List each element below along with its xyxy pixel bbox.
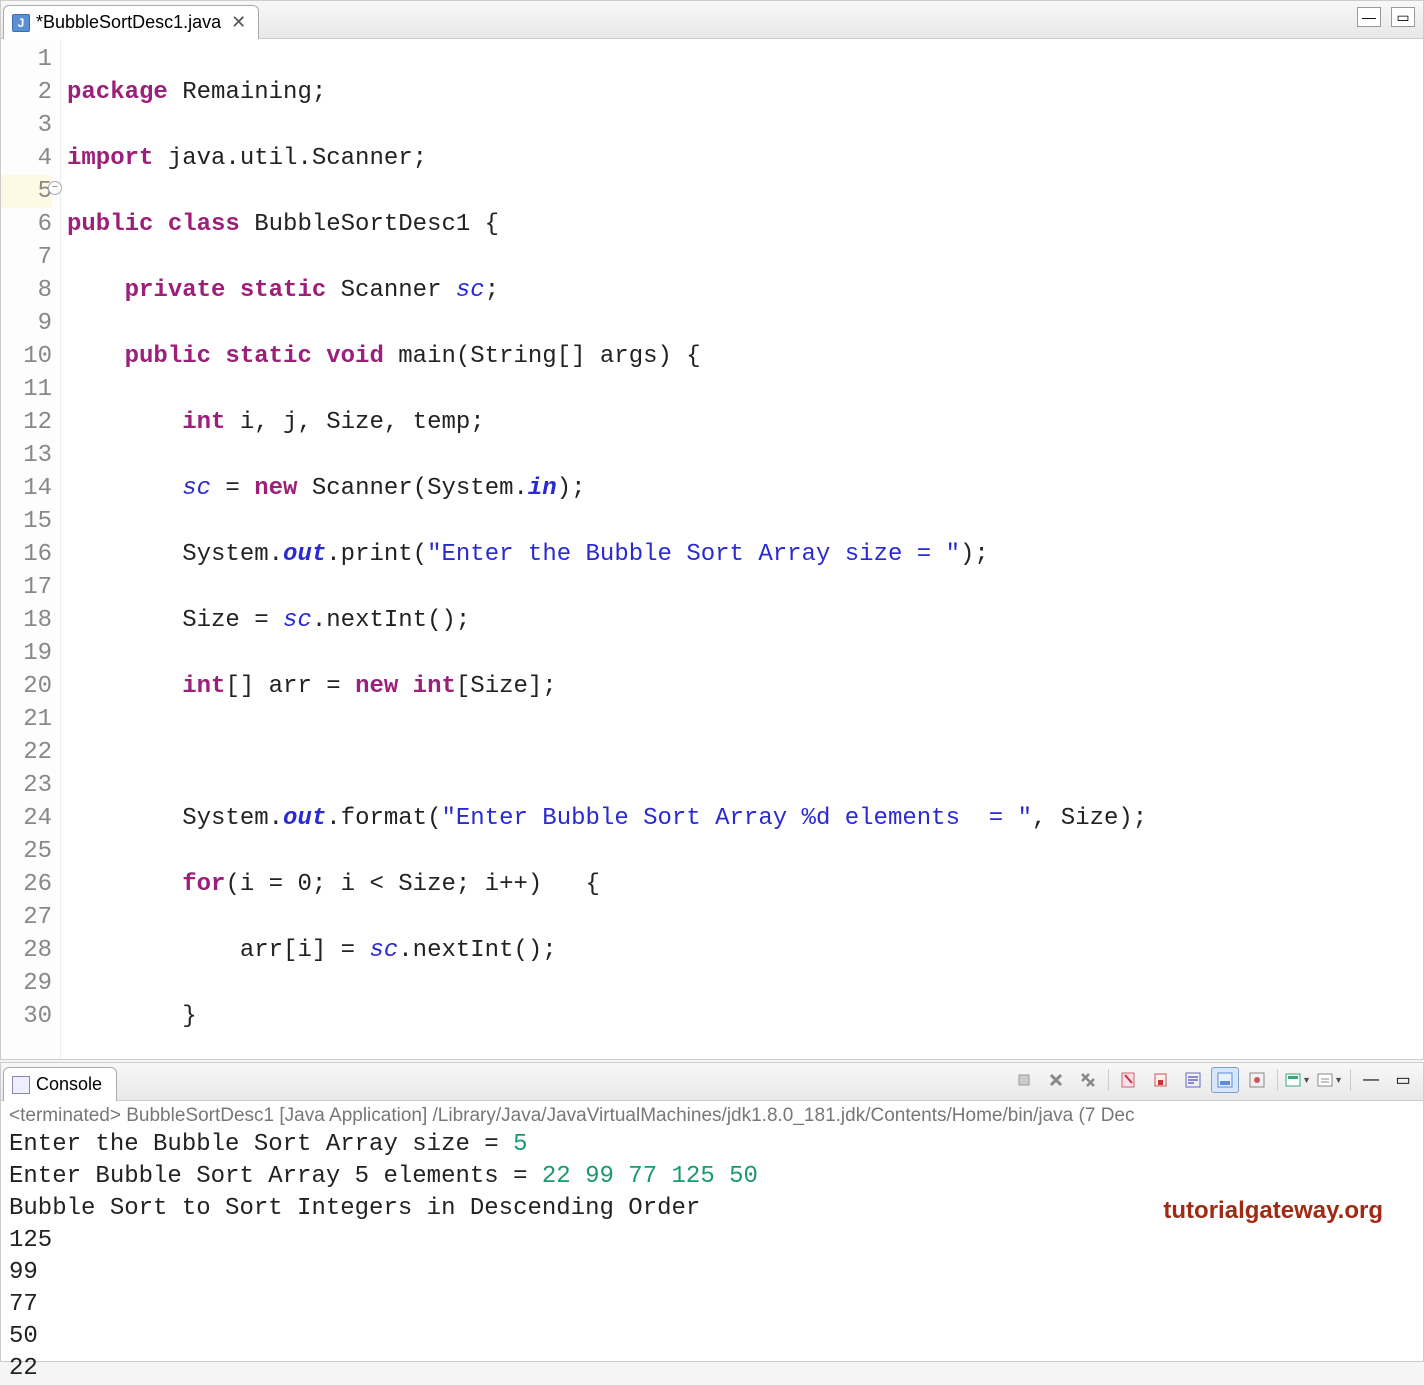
window-controls: ― ▭ — [1357, 7, 1415, 27]
console-pane: Console ▼ ▼ ― ▭ <terminated> BubbleSortD… — [0, 1062, 1424, 1362]
line-number: 9 — [1, 307, 52, 340]
line-number: 30 — [1, 1000, 52, 1033]
line-number: 20 — [1, 670, 52, 703]
line-number: 10 — [1, 340, 52, 373]
console-line: 99 — [9, 1257, 1415, 1289]
line-number: 21 — [1, 703, 52, 736]
line-number: 26 — [1, 868, 52, 901]
editor-pane: J *BubbleSortDesc1.java ✕ ― ▭ 1 2 3 4 5−… — [0, 0, 1424, 1060]
console-input: 22 99 77 125 50 — [542, 1163, 758, 1190]
line-number: 25 — [1, 835, 52, 868]
console-tab-bar: Console ▼ ▼ ― ▭ — [1, 1063, 1423, 1101]
console-process-header: <terminated> BubbleSortDesc1 [Java Appli… — [1, 1101, 1423, 1129]
line-number: 1 — [1, 43, 52, 76]
remove-launch-icon[interactable] — [1042, 1067, 1070, 1093]
java-file-icon: J — [12, 14, 30, 32]
console-line: 22 — [9, 1353, 1415, 1385]
pin-console-icon[interactable] — [1243, 1067, 1271, 1093]
line-number: 7 — [1, 241, 52, 274]
console-toolbar: ▼ ▼ ― ▭ — [1010, 1067, 1417, 1093]
line-number: 17 — [1, 571, 52, 604]
line-number: 8 — [1, 274, 52, 307]
watermark-text: tutorialgateway.org — [1163, 1195, 1383, 1227]
console-tab[interactable]: Console — [3, 1067, 117, 1101]
line-number: 11 — [1, 373, 52, 406]
line-number: 6 — [1, 208, 52, 241]
editor-tab[interactable]: J *BubbleSortDesc1.java ✕ — [3, 5, 259, 39]
open-console-icon[interactable]: ▼ — [1316, 1067, 1344, 1093]
console-line: Enter Bubble Sort Array 5 elements = — [9, 1163, 542, 1190]
line-number: 18 — [1, 604, 52, 637]
line-number-gutter: 1 2 3 4 5− 6 7 8 9 10 11 12 13 14 15 16 … — [1, 39, 61, 1059]
clear-console-icon[interactable] — [1115, 1067, 1143, 1093]
line-number: 16 — [1, 538, 52, 571]
console-line: 77 — [9, 1289, 1415, 1321]
line-number: 5− — [1, 175, 52, 208]
line-number: 13 — [1, 439, 52, 472]
maximize-button[interactable]: ▭ — [1391, 7, 1415, 27]
line-number: 15 — [1, 505, 52, 538]
maximize-view-icon[interactable]: ▭ — [1389, 1067, 1417, 1093]
line-number: 4 — [1, 142, 52, 175]
console-input: 5 — [513, 1131, 527, 1158]
code-text[interactable]: package Remaining; import java.util.Scan… — [61, 39, 1423, 1059]
line-number: 23 — [1, 769, 52, 802]
display-selected-icon[interactable]: ▼ — [1284, 1067, 1312, 1093]
fold-icon[interactable]: − — [48, 181, 62, 195]
toolbar-separator — [1277, 1069, 1278, 1091]
line-number: 19 — [1, 637, 52, 670]
tab-title: *BubbleSortDesc1.java — [36, 12, 221, 33]
console-line: Enter the Bubble Sort Array size = — [9, 1131, 513, 1158]
minimize-view-icon[interactable]: ― — [1357, 1067, 1385, 1093]
console-line: 50 — [9, 1321, 1415, 1353]
console-tab-title: Console — [36, 1074, 102, 1095]
minimize-button[interactable]: ― — [1357, 7, 1381, 27]
toolbar-separator — [1350, 1069, 1351, 1091]
line-number: 29 — [1, 967, 52, 1000]
line-number: 28 — [1, 934, 52, 967]
toolbar-separator — [1108, 1069, 1109, 1091]
word-wrap-icon[interactable] — [1179, 1067, 1207, 1093]
line-number: 14 — [1, 472, 52, 505]
remove-all-icon[interactable] — [1074, 1067, 1102, 1093]
console-line: 125 — [9, 1225, 1415, 1257]
close-icon[interactable]: ✕ — [227, 12, 246, 33]
code-area[interactable]: 1 2 3 4 5− 6 7 8 9 10 11 12 13 14 15 16 … — [1, 39, 1423, 1059]
console-icon — [12, 1076, 30, 1094]
scroll-lock-icon[interactable] — [1147, 1067, 1175, 1093]
console-output[interactable]: Enter the Bubble Sort Array size = 5 Ent… — [1, 1129, 1423, 1385]
line-number: 24 — [1, 802, 52, 835]
line-number: 3 — [1, 109, 52, 142]
line-number: 2 — [1, 76, 52, 109]
line-number: 12 — [1, 406, 52, 439]
line-number: 27 — [1, 901, 52, 934]
terminate-icon[interactable] — [1010, 1067, 1038, 1093]
editor-tab-bar: J *BubbleSortDesc1.java ✕ ― ▭ — [1, 1, 1423, 39]
show-console-icon[interactable] — [1211, 1067, 1239, 1093]
line-number: 22 — [1, 736, 52, 769]
